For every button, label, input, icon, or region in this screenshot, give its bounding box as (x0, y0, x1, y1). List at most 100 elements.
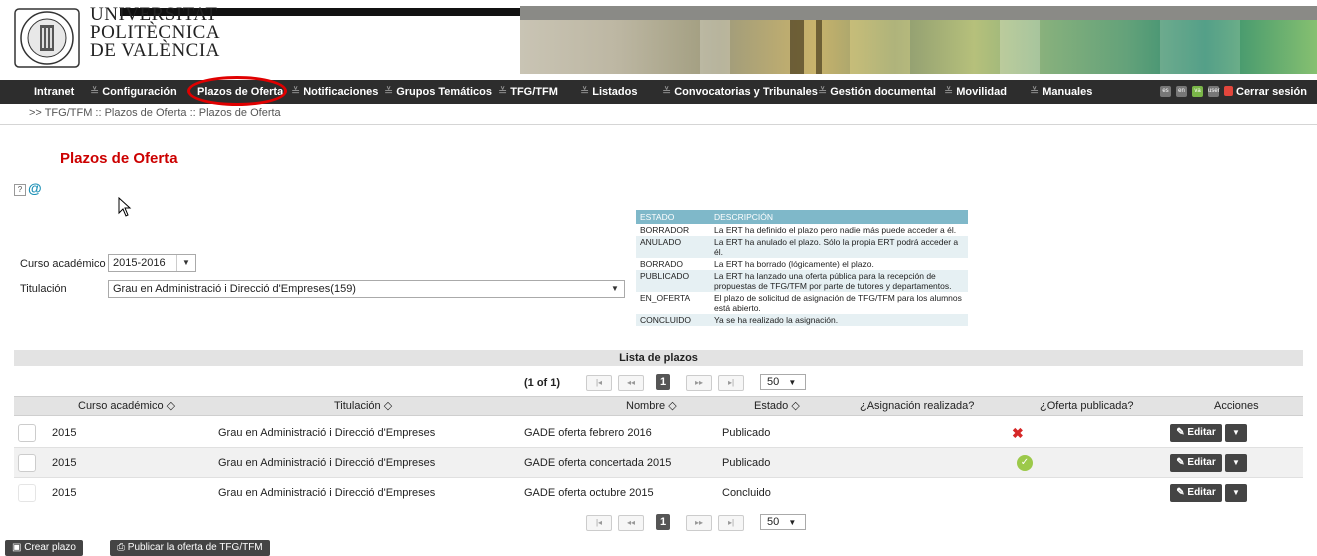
email-icon[interactable]: @ (28, 181, 42, 195)
table-header: Curso académico ◇ Titulación ◇ Nombre ◇ … (14, 396, 1303, 416)
nav-intranet[interactable]: Intranet (34, 80, 74, 104)
rows-per-page-select[interactable]: 50 ▼ (760, 514, 806, 530)
upv-seal-logo (14, 8, 80, 68)
table-row: 2015 Grau en Administració i Direcció d'… (14, 478, 1303, 508)
cell-titulacion: Grau en Administració i Direcció d'Empre… (218, 457, 436, 469)
nav-listados[interactable]: ≚ Listados (580, 80, 637, 104)
titulacion-select[interactable]: Grau en Administració i Direcció d'Empre… (108, 280, 625, 298)
col-oferta: ¿Oferta publicada? (1040, 400, 1134, 412)
cell-nombre: GADE oferta concertada 2015 (524, 457, 672, 469)
col-nombre[interactable]: Nombre ◇ (626, 397, 677, 415)
row-checkbox[interactable] (18, 454, 36, 472)
cell-curso: 2015 (52, 487, 77, 499)
curso-select-value: 2015-2016 (113, 257, 166, 269)
crear-plazo-button[interactable]: ▣ Crear plazo (5, 540, 83, 556)
titulacion-label: Titulación (20, 283, 67, 295)
list-title: Lista de plazos (14, 350, 1303, 366)
row-checkbox[interactable] (18, 484, 36, 502)
next-page-icon[interactable]: ▸▸ (686, 375, 712, 391)
sort-icon: ◇ (668, 400, 677, 412)
sort-icon: ◇ (166, 400, 176, 412)
header: UNIVERSITAT POLITÈCNICA DE VALÈNCIA (0, 0, 1317, 74)
sort-icon: ◇ (383, 400, 393, 412)
legend-descripcion: Ya se ha realizado la asignación. (710, 314, 968, 326)
legend-header-estado: ESTADO (636, 210, 710, 224)
legend-descripcion: El plazo de solicitud de asignación de T… (710, 292, 968, 314)
lang-es-icon[interactable]: es (1160, 86, 1171, 97)
first-page-icon[interactable]: |◂ (586, 515, 612, 531)
cell-nombre: GADE oferta octubre 2015 (524, 487, 654, 499)
cell-titulacion: Grau en Administració i Direcció d'Empre… (218, 427, 436, 439)
curso-select[interactable]: 2015-2016 ▼ (108, 254, 196, 272)
nav-grupos-tematicos[interactable]: ≚ Grupos Temáticos (384, 80, 492, 104)
edit-button[interactable]: ✎ Editar (1170, 484, 1222, 502)
curso-label: Curso académico (20, 258, 106, 270)
edit-dropdown-button[interactable]: ▼ (1225, 424, 1247, 442)
legend-descripcion: La ERT ha lanzado una oferta pública par… (710, 270, 968, 292)
rows-per-page-select[interactable]: 50 ▼ (760, 374, 806, 390)
col-titulacion[interactable]: Titulación ◇ (334, 397, 392, 415)
current-page-button[interactable]: 1 (656, 374, 670, 390)
chevron-down-icon: ▼ (788, 378, 797, 387)
edit-button[interactable]: ✎ Editar (1170, 424, 1222, 442)
col-asignacion: ¿Asignación realizada? (860, 400, 975, 412)
current-page-button[interactable]: 1 (656, 514, 670, 530)
next-page-icon[interactable]: ▸▸ (686, 515, 712, 531)
cell-estado: Publicado (722, 457, 771, 469)
edit-button[interactable]: ✎ Editar (1170, 454, 1222, 472)
publicar-oferta-button[interactable]: ⎙ Publicar la oferta de TFG/TFM (110, 540, 270, 556)
help-icon[interactable]: ? (14, 184, 26, 196)
chevron-down-icon: ▼ (611, 284, 619, 293)
nav-manuales[interactable]: ≚ Manuales (1030, 80, 1092, 104)
cell-curso: 2015 (52, 457, 77, 469)
rows-per-page-value: 50 (767, 376, 780, 388)
nav-movilidad[interactable]: ≚ Movilidad (944, 80, 1007, 104)
nav-configuracion[interactable]: ≚ Configuración (90, 80, 177, 104)
legend-estado: EN_OFERTA (636, 292, 710, 314)
legend-descripcion: La ERT ha anulado el plazo. Sólo la prop… (710, 236, 968, 258)
estado-legend-table: ESTADO DESCRIPCIÓN BORRADOR La ERT ha def… (636, 210, 968, 326)
cross-icon: ✖ (1012, 425, 1024, 441)
table-row: 2015 Grau en Administració i Direcció d'… (14, 448, 1303, 478)
user-icon[interactable]: user (1208, 86, 1220, 97)
cell-titulacion: Grau en Administració i Direcció d'Empre… (218, 487, 436, 499)
legend-descripcion: La ERT ha definido el plazo pero nadie m… (710, 224, 968, 236)
mouse-cursor-icon (118, 197, 132, 217)
legend-estado: PUBLICADO (636, 270, 710, 292)
cell-curso: 2015 (52, 427, 77, 439)
nav-tfg-tfm[interactable]: ≚ TFG/TFM (498, 80, 558, 104)
chevron-down-icon: ▼ (788, 518, 797, 527)
row-checkbox[interactable] (18, 424, 36, 442)
last-page-icon[interactable]: ▸| (718, 515, 744, 531)
breadcrumb: >> TFG/TFM :: Plazos de Oferta :: Plazos… (29, 107, 281, 119)
nav-convocatorias[interactable]: ≚ Convocatorias y Tribunales (662, 80, 818, 104)
cell-estado: Concluido (722, 487, 771, 499)
header-grey-strip (520, 6, 1317, 20)
nav-highlight-circle (187, 76, 287, 106)
check-circle-icon: ✓ (1017, 455, 1033, 471)
edit-dropdown-button[interactable]: ▼ (1225, 454, 1247, 472)
edit-dropdown-button[interactable]: ▼ (1225, 484, 1247, 502)
breadcrumb-divider (0, 124, 1317, 125)
first-page-icon[interactable]: |◂ (586, 375, 612, 391)
legend-estado: CONCLUIDO (636, 314, 710, 326)
logout-link[interactable]: Cerrar sesión (1224, 80, 1307, 104)
prev-page-icon[interactable]: ◂◂ (618, 515, 644, 531)
last-page-icon[interactable]: ▸| (718, 375, 744, 391)
uni-name-line3: DE VALÈNCIA (90, 40, 220, 61)
lang-en-icon[interactable]: en (1176, 86, 1187, 97)
legend-descripcion: La ERT ha borrado (lógicamente) el plazo… (710, 258, 968, 270)
col-curso[interactable]: Curso académico ◇ (78, 397, 175, 415)
sort-icon: ◇ (791, 400, 800, 412)
col-estado[interactable]: Estado ◇ (754, 397, 800, 415)
legend-estado: ANULADO (636, 236, 710, 258)
rows-per-page-value: 50 (767, 516, 780, 528)
legend-header-descripcion: DESCRIPCIÓN (710, 210, 968, 224)
lang-va-icon[interactable]: va (1192, 86, 1203, 97)
prev-page-icon[interactable]: ◂◂ (618, 375, 644, 391)
page-title: Plazos de Oferta (60, 150, 178, 167)
chevron-down-icon: ▼ (176, 255, 195, 271)
cell-nombre: GADE oferta febrero 2016 (524, 427, 652, 439)
nav-notificaciones[interactable]: ≚ Notificaciones (291, 80, 378, 104)
nav-gestion-documental[interactable]: ≚ Gestión documental (818, 80, 936, 104)
